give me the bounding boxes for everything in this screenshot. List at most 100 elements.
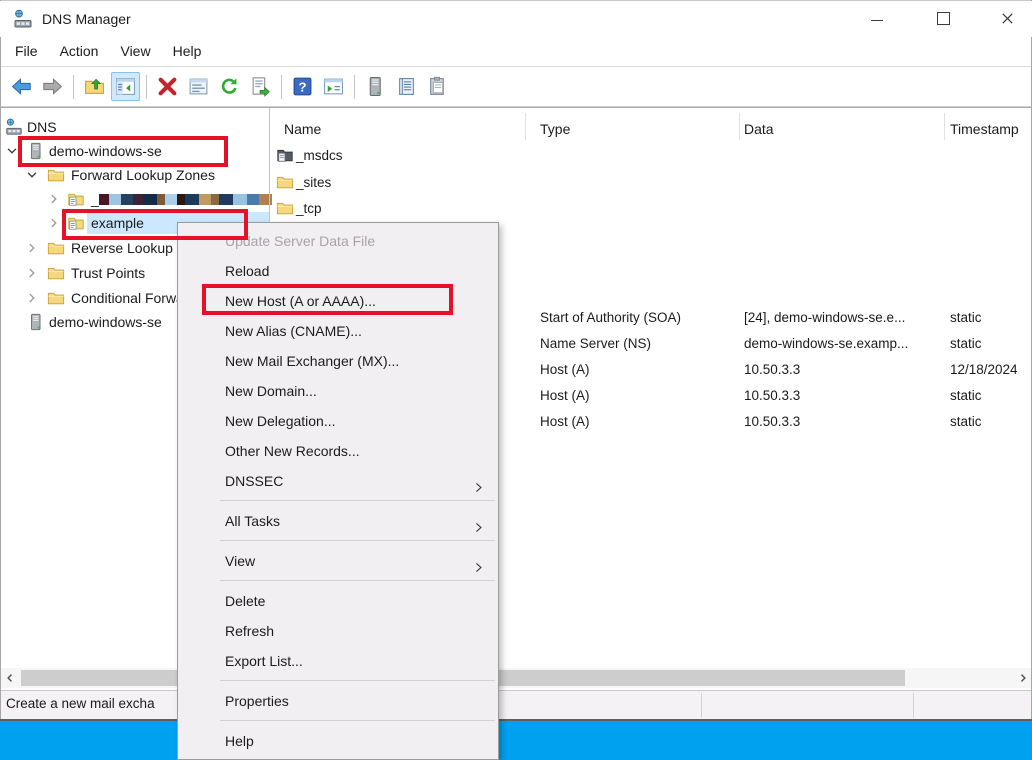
menu-item-other-new-records[interactable]: Other New Records... — [178, 436, 498, 466]
submenu-arrow-icon — [472, 554, 485, 567]
chevron-right-icon[interactable] — [25, 241, 39, 255]
menu-item-all-tasks[interactable]: All Tasks — [178, 506, 498, 536]
clipboard-button[interactable] — [423, 72, 452, 101]
zone-gray-icon — [276, 146, 294, 164]
svg-text:?: ? — [298, 79, 306, 94]
tree-item-forward-lookup-zones[interactable]: Forward Lookup Zones — [1, 163, 269, 187]
export-list-button[interactable] — [246, 72, 275, 101]
column-header-name[interactable]: Name — [284, 121, 321, 137]
refresh-button[interactable] — [215, 72, 244, 101]
record-timestamp: 12/18/2024 — [950, 362, 1018, 377]
tree-item-label: demo-windows-se — [49, 142, 162, 160]
record-type: Name Server (NS) — [540, 336, 651, 351]
tree-item-dns[interactable]: DNS — [1, 115, 269, 139]
column-divider[interactable] — [944, 113, 945, 140]
chevron-down-icon[interactable] — [5, 144, 19, 158]
scrollbar-thumb[interactable] — [442, 670, 905, 686]
menu-item-properties[interactable]: Properties — [178, 686, 498, 716]
tree-item-label: _ — [91, 190, 99, 208]
list-item-tcp[interactable]: _tcp — [296, 201, 322, 216]
column-divider[interactable] — [739, 113, 740, 140]
chevron-right-icon — [1017, 672, 1029, 684]
forward-button[interactable] — [38, 72, 67, 101]
zone-context-menu: Update Server Data FileReloadNew Host (A… — [177, 222, 499, 760]
console-tree-toggle-icon — [115, 76, 136, 97]
menu-item-reload[interactable]: Reload — [178, 256, 498, 286]
column-header-type[interactable]: Type — [540, 121, 570, 137]
toolbar-separator — [146, 75, 147, 99]
taskbar[interactable] — [0, 721, 1032, 760]
console-tree-toggle-button[interactable] — [111, 72, 140, 101]
chevron-right-icon[interactable] — [25, 266, 39, 280]
menu-item-new-mail-exchanger-mx[interactable]: New Mail Exchanger (MX)... — [178, 346, 498, 376]
folder-icon — [47, 289, 65, 307]
status-divider — [701, 693, 702, 718]
status-divider — [913, 693, 914, 718]
menu-item-new-delegation[interactable]: New Delegation... — [178, 406, 498, 436]
refresh-icon — [219, 76, 240, 97]
zone-icon — [67, 190, 85, 208]
chevron-down-icon[interactable] — [25, 168, 39, 182]
menubar-item-view[interactable]: View — [109, 37, 161, 65]
record-list-button[interactable] — [392, 72, 421, 101]
title-bar: DNS Manager — [0, 1, 1032, 37]
chevron-right-icon[interactable] — [47, 216, 61, 230]
menu-item-help[interactable]: Help — [178, 726, 498, 756]
back-button[interactable] — [7, 72, 36, 101]
menu-item-dnssec[interactable]: DNSSEC — [178, 466, 498, 496]
record-data: 10.50.3.3 — [744, 414, 800, 429]
status-bar: Create a new mail excha — [1, 690, 1031, 719]
tree-item-demo-windows-se[interactable]: demo-windows-se — [1, 139, 269, 163]
dns-manager-app-icon — [13, 9, 33, 29]
scroll-right-button[interactable] — [1014, 668, 1031, 688]
menu-separator — [220, 540, 495, 541]
dns-manager-window: DNS Manager FileActionViewHelp ? DNSdemo… — [0, 0, 1032, 760]
tree-item-label: Trust Points — [71, 264, 145, 282]
tree-item-label: example — [91, 214, 144, 232]
menu-separator — [220, 500, 495, 501]
column-header-timestamp[interactable]: Timestamp — [950, 121, 1019, 137]
scroll-left-button[interactable] — [1, 668, 18, 688]
menu-item-delete[interactable]: Delete — [178, 586, 498, 616]
chevron-right-icon[interactable] — [25, 291, 39, 305]
redacted-zone-name — [99, 194, 273, 205]
up-level-icon — [84, 76, 105, 97]
record-data: 10.50.3.3 — [744, 362, 800, 377]
close-button[interactable] — [992, 1, 1022, 35]
menubar-item-action[interactable]: Action — [49, 37, 110, 65]
menu-item-refresh[interactable]: Refresh — [178, 616, 498, 646]
menu-item-new-domain[interactable]: New Domain... — [178, 376, 498, 406]
new-window-button[interactable] — [319, 72, 348, 101]
delete-button[interactable] — [153, 72, 182, 101]
window-title: DNS Manager — [42, 1, 131, 37]
server-button[interactable] — [361, 72, 390, 101]
tree-item-redacted-zone[interactable]: _ — [1, 187, 269, 211]
menu-item-new-alias-cname[interactable]: New Alias (CNAME)... — [178, 316, 498, 346]
up-level-button[interactable] — [80, 72, 109, 101]
server-icon — [27, 313, 45, 331]
clipboard-icon — [427, 76, 448, 97]
column-header-data[interactable]: Data — [744, 121, 774, 137]
column-divider[interactable] — [525, 113, 526, 140]
menubar-item-help[interactable]: Help — [162, 37, 213, 65]
forward-icon — [42, 76, 63, 97]
help-button[interactable]: ? — [288, 72, 317, 101]
tree-item-label: DNS — [27, 118, 57, 136]
menu-item-new-host-a-or-aaaa[interactable]: New Host (A or AAAA)... — [178, 286, 498, 316]
menu-item-view[interactable]: View — [178, 546, 498, 576]
folder-icon — [47, 239, 65, 257]
menu-item-export-list[interactable]: Export List... — [178, 646, 498, 676]
record-timestamp: static — [950, 336, 982, 351]
maximize-button[interactable] — [928, 1, 958, 35]
list-item-sites[interactable]: _sites — [296, 175, 331, 190]
list-item-msdcs[interactable]: _msdcs — [296, 148, 343, 163]
minimize-button[interactable] — [862, 1, 892, 35]
delete-icon — [157, 76, 178, 97]
chevron-right-icon[interactable] — [47, 192, 61, 206]
menu-separator — [220, 720, 495, 721]
new-window-icon — [323, 76, 344, 97]
record-data: [24], demo-windows-se.e... — [744, 310, 905, 325]
minimize-icon — [871, 20, 883, 21]
properties-button[interactable] — [184, 72, 213, 101]
menubar-item-file[interactable]: File — [4, 37, 49, 65]
